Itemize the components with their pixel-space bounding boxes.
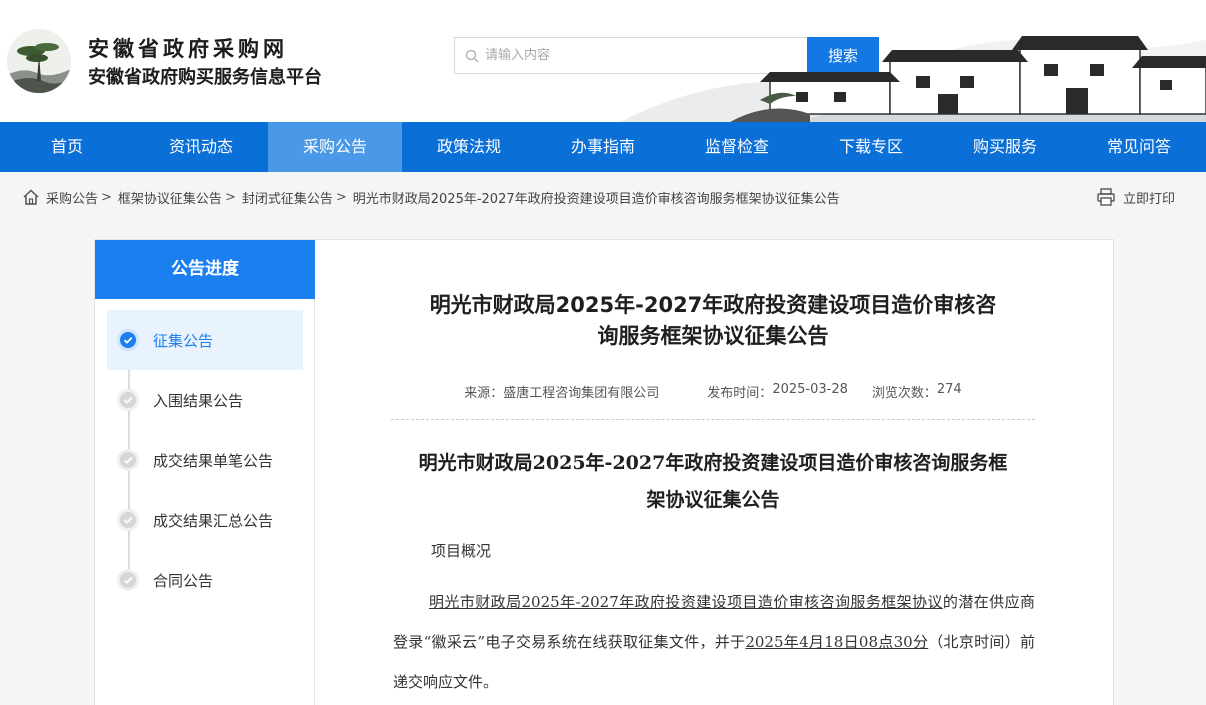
step-label: 成交结果汇总公告 bbox=[153, 511, 274, 530]
nav-item-downloads[interactable]: 下载专区 bbox=[804, 122, 938, 172]
site-header: 安徽省政府采购网 安徽省政府购买服务信息平台 搜索 bbox=[0, 0, 1206, 122]
site-logo[interactable] bbox=[7, 29, 71, 93]
step-collection-notice[interactable]: 征集公告 bbox=[107, 310, 303, 370]
print-button[interactable]: 立即打印 bbox=[1096, 186, 1175, 208]
search-icon bbox=[465, 48, 479, 67]
breadcrumb-link-framework[interactable]: 框架协议征集公告 bbox=[118, 188, 222, 207]
check-icon bbox=[117, 329, 139, 351]
step-label: 征集公告 bbox=[153, 331, 214, 350]
step-label: 入围结果公告 bbox=[153, 391, 244, 410]
overview-paragraph: 明光市财政局2025年-2027年政府投资建设项目造价审核咨询服务框架协议的潜在… bbox=[393, 582, 1035, 702]
breadcrumb: 采购公告 > 框架协议征集公告 > 封闭式征集公告 > 明光市财政局2025年-… bbox=[22, 186, 840, 208]
check-icon bbox=[117, 569, 139, 591]
step-single-deal-result[interactable]: 成交结果单笔公告 bbox=[107, 430, 303, 490]
printer-icon bbox=[1097, 188, 1115, 206]
home-icon[interactable] bbox=[22, 188, 40, 206]
step-shortlist-result[interactable]: 入围结果公告 bbox=[107, 370, 303, 430]
breadcrumb-separator: > bbox=[224, 189, 236, 205]
check-icon bbox=[117, 509, 139, 531]
body-title-line: 架协议征集公告 bbox=[646, 489, 780, 511]
nav-item-procurement-notices[interactable]: 采购公告 bbox=[268, 122, 402, 172]
date-label: 发布时间： bbox=[707, 386, 773, 401]
views-value: 274 bbox=[936, 382, 962, 397]
article-title-line: 询服务框架协议征集公告 bbox=[597, 324, 829, 348]
breadcrumb-link-procurement[interactable]: 采购公告 bbox=[46, 188, 98, 207]
nav-item-news[interactable]: 资讯动态 bbox=[134, 122, 268, 172]
nav-item-guides[interactable]: 办事指南 bbox=[536, 122, 670, 172]
step-contract-notice[interactable]: 合同公告 bbox=[107, 550, 303, 610]
check-icon bbox=[117, 389, 139, 411]
breadcrumb-separator: > bbox=[101, 189, 112, 205]
nav-item-faq[interactable]: 常见问答 bbox=[1072, 122, 1206, 172]
section-heading: 项目概况 bbox=[431, 542, 492, 560]
body-title-line: 明光市财政局2025年-2027年政府投资建设项目造价审核咨询服务框 bbox=[418, 452, 1008, 474]
views-label: 浏览次数： bbox=[871, 386, 937, 401]
main-nav: 首页 资讯动态 采购公告 政策法规 办事指南 监督检查 下载专区 购买服务 常见… bbox=[0, 122, 1206, 172]
step-label: 合同公告 bbox=[153, 571, 214, 590]
sidebar-title: 公告进度 bbox=[95, 240, 315, 299]
huizhou-architecture-illustration bbox=[620, 0, 1206, 122]
meta-divider bbox=[391, 419, 1035, 420]
body-title: 明光市财政局2025年-2027年政府投资建设项目造价审核咨询服务框 架协议征集… bbox=[391, 445, 1035, 519]
nav-item-purchase-services[interactable]: 购买服务 bbox=[938, 122, 1072, 172]
print-label: 立即打印 bbox=[1123, 191, 1176, 207]
nav-item-supervision[interactable]: 监督检查 bbox=[670, 122, 804, 172]
content-card: 公告进度 征集公告 入围结果公告 成交结果单笔公告 成交结果汇总公告 合同公告 … bbox=[94, 239, 1114, 705]
site-title: 安徽省政府采购网 bbox=[88, 37, 288, 61]
step-label: 成交结果单笔公告 bbox=[153, 451, 274, 470]
nav-item-policies[interactable]: 政策法规 bbox=[402, 122, 536, 172]
breadcrumb-current: 明光市财政局2025年-2027年政府投资建设项目造价审核咨询服务框架协议征集公… bbox=[352, 191, 840, 207]
progress-sidebar: 公告进度 征集公告 入围结果公告 成交结果单笔公告 成交结果汇总公告 合同公告 bbox=[95, 240, 315, 705]
check-icon bbox=[117, 449, 139, 471]
breadcrumb-link-closed[interactable]: 封闭式征集公告 bbox=[242, 188, 333, 207]
source-label: 来源： bbox=[464, 386, 504, 401]
site-subtitle: 安徽省政府购买服务信息平台 bbox=[88, 67, 322, 88]
source-value: 盛唐工程咨询集团有限公司 bbox=[503, 386, 660, 401]
project-name-underlined: 明光市财政局2025年-2027年政府投资建设项目造价审核咨询服务框架协议 bbox=[429, 593, 943, 611]
article-meta: 来源： 盛唐工程咨询集团有限公司 发布时间： 2025-03-28 浏览次数： … bbox=[391, 382, 1035, 401]
article-title: 明光市财政局2025年-2027年政府投资建设项目造价审核咨 询服务框架协议征集… bbox=[391, 290, 1035, 352]
deadline-underlined: 2025年4月18日08点30分 bbox=[745, 633, 929, 651]
article-title-line: 明光市财政局2025年-2027年政府投资建设项目造价审核咨 bbox=[429, 293, 997, 317]
date-value: 2025-03-28 bbox=[772, 382, 848, 397]
step-summary-deal-result[interactable]: 成交结果汇总公告 bbox=[107, 490, 303, 550]
breadcrumb-separator: > bbox=[335, 189, 347, 205]
nav-item-home[interactable]: 首页 bbox=[0, 122, 134, 172]
